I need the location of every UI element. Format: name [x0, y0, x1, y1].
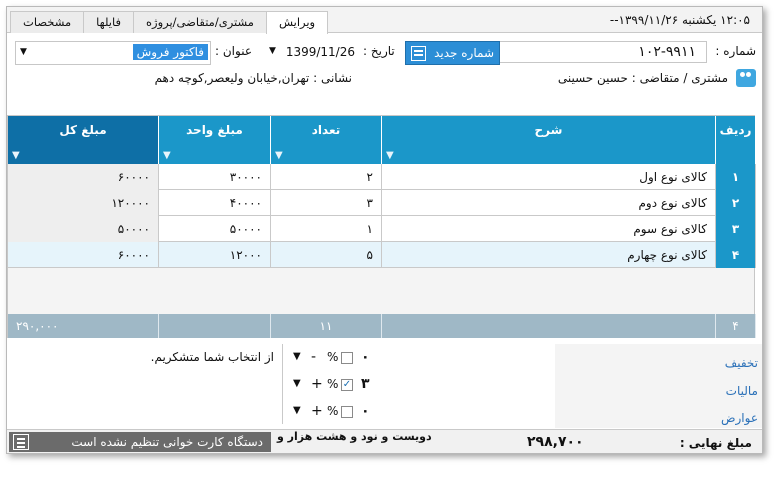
- tax-control: ▼ + % ✓ ۳: [289, 376, 379, 398]
- discount-value[interactable]: ۰: [361, 349, 370, 365]
- tab-edit[interactable]: ویرایش: [265, 11, 329, 34]
- table-row[interactable]: ۱ کالای نوع اول ۲ ۳۰۰۰۰ ۶۰۰۰۰: [8, 164, 756, 190]
- chevron-down-icon[interactable]: ▼: [293, 378, 301, 389]
- filter-icon[interactable]: ▼: [386, 150, 394, 161]
- row-total: ۱۲۰۰۰۰: [8, 190, 159, 216]
- row-total: ۵۰۰۰۰: [8, 216, 159, 242]
- filter-icon[interactable]: ▼: [12, 150, 20, 161]
- final-amount-label: مبلغ نهایی :: [679, 436, 752, 450]
- row-unit[interactable]: ۴۰۰۰۰: [159, 190, 271, 216]
- duty-value[interactable]: ۰: [361, 403, 370, 419]
- tab-customer[interactable]: مشتری/متقاضی/پروژه: [132, 11, 267, 33]
- row-unit[interactable]: ۳۰۰۰۰: [159, 164, 271, 190]
- row-qty[interactable]: ۱: [271, 216, 382, 242]
- top-strip: ویرایش مشتری/متقاضی/پروژه فایلها مشخصات …: [7, 7, 762, 34]
- table-row[interactable]: ۴ کالای نوع چهارم ۵ ۱۲۰۰۰ ۶۰۰۰۰: [8, 242, 756, 268]
- invoice-number-field[interactable]: ۱۰۲-۹۹۱۱: [485, 41, 707, 63]
- row-number: ۱: [716, 164, 756, 190]
- chevron-down-icon[interactable]: ▼: [20, 47, 27, 57]
- col-unit-header[interactable]: مبلغ واحد ▼: [159, 116, 271, 164]
- table-row[interactable]: ۲ کالای نوع دوم ۳ ۴۰۰۰۰ ۱۲۰۰۰۰: [8, 190, 756, 216]
- table-row[interactable]: ۳ کالای نوع سوم ۱ ۵۰۰۰۰ ۵۰۰۰۰: [8, 216, 756, 242]
- discount-label: تخفیف: [724, 356, 758, 370]
- chevron-down-icon[interactable]: ▼: [293, 351, 301, 362]
- card-reader-select[interactable]: دستگاه کارت خوانی تنظیم نشده است: [9, 432, 271, 452]
- filter-icon[interactable]: ▼: [163, 150, 171, 161]
- customer-icon[interactable]: [736, 69, 756, 87]
- row-number: ۲: [716, 190, 756, 216]
- tax-value[interactable]: ۳: [361, 376, 370, 392]
- adjustments-panel: تخفیف مالیات عوارض: [555, 344, 762, 428]
- note-textarea[interactable]: از انتخاب شما متشکریم.: [9, 344, 283, 424]
- percent-label: %: [327, 404, 339, 418]
- tab-bar: ویرایش مشتری/متقاضی/پروژه فایلها مشخصات: [10, 11, 329, 34]
- address-label: نشانی : تهران,خیابان ولیعصر,کوچه دهم: [154, 71, 352, 85]
- date-field[interactable]: 1399/11/26: [265, 41, 361, 63]
- invoice-header: شماره : ۱۰۲-۹۹۱۱ شماره جدید تاریخ : 1399…: [7, 37, 762, 91]
- footer-count: ۴: [716, 314, 756, 338]
- row-qty[interactable]: ۵: [271, 242, 382, 268]
- row-total: ۶۰۰۰۰: [8, 164, 159, 190]
- total-in-words: دویست و نود و هشت هزار و: [277, 430, 432, 443]
- date-label: تاریخ :: [363, 44, 395, 58]
- row-unit[interactable]: ۱۲۰۰۰: [159, 242, 271, 268]
- col-desc-header[interactable]: شرح ▼: [382, 116, 716, 164]
- percent-checkbox[interactable]: ✓: [341, 379, 353, 391]
- col-qty-header[interactable]: تعداد ▼: [271, 116, 382, 164]
- final-amount: ۲۹۸,۷۰۰: [527, 434, 584, 450]
- new-number-button[interactable]: شماره جدید: [405, 41, 500, 65]
- card-reader-label: دستگاه کارت خوانی تنظیم نشده است: [71, 435, 263, 449]
- col-row-header[interactable]: ردیف: [716, 116, 756, 164]
- duty-control: ▼ + % ۰: [289, 403, 379, 425]
- number-label: شماره :: [715, 44, 756, 58]
- row-desc[interactable]: کالای نوع سوم: [382, 216, 716, 242]
- footer-qty-total: ۱۱: [271, 314, 382, 338]
- footer-sum-total: ۲۹۰,۰۰۰: [8, 314, 159, 338]
- row-unit[interactable]: ۵۰۰۰۰: [159, 216, 271, 242]
- row-total: ۶۰۰۰۰: [8, 242, 159, 268]
- title-label: عنوان :: [215, 44, 252, 58]
- customer-label: مشتری / متقاضی : حسین حسینی: [557, 71, 728, 85]
- footer-unit-empty: [159, 314, 271, 338]
- tax-label: مالیات: [725, 384, 758, 398]
- sign-toggle[interactable]: +: [311, 403, 323, 419]
- col-total-header[interactable]: مبلغ کل ▼: [8, 116, 159, 164]
- percent-label: %: [327, 377, 339, 391]
- row-number: ۳: [716, 216, 756, 242]
- clock-date: ۱۲:۰۵ یکشنبه ۱۳۹۹/۱۱/۲۶--: [609, 13, 750, 27]
- sign-toggle[interactable]: -: [311, 349, 316, 365]
- percent-checkbox[interactable]: [341, 352, 353, 364]
- row-desc[interactable]: کالای نوع دوم: [382, 190, 716, 216]
- invoice-window: ویرایش مشتری/متقاضی/پروژه فایلها مشخصات …: [6, 6, 763, 454]
- row-qty[interactable]: ۳: [271, 190, 382, 216]
- filter-icon[interactable]: ▼: [275, 150, 283, 161]
- discount-control: ▼ - % ۰: [289, 349, 379, 371]
- percent-label: %: [327, 350, 339, 364]
- row-number: ۴: [716, 242, 756, 268]
- items-grid: ردیف شرح ▼ تعداد ▼ مبلغ واحد ▼ مبلغ کل ▼ ۱ ک…: [7, 115, 756, 338]
- bottom-bar: دستگاه کارت خوانی تنظیم نشده است دویست و…: [7, 429, 762, 453]
- chevron-down-icon[interactable]: ▼: [269, 46, 276, 56]
- footer-desc-empty: [382, 314, 716, 338]
- title-select[interactable]: فاکتور فروش ▼: [15, 41, 211, 65]
- grid-footer: ۴ ۱۱ ۲۹۰,۰۰۰: [8, 314, 756, 338]
- percent-checkbox[interactable]: [341, 406, 353, 418]
- row-desc[interactable]: کالای نوع چهارم: [382, 242, 716, 268]
- tab-details[interactable]: مشخصات: [10, 11, 85, 33]
- chevron-down-icon[interactable]: ▼: [293, 405, 301, 416]
- new-number-label: شماره جدید: [434, 46, 494, 60]
- row-qty[interactable]: ۲: [271, 164, 382, 190]
- tab-files[interactable]: فایلها: [83, 11, 134, 33]
- calculator-icon: [411, 45, 426, 61]
- row-desc[interactable]: کالای نوع اول: [382, 164, 716, 190]
- settings-icon[interactable]: [13, 434, 29, 450]
- duty-label: عوارض: [721, 411, 758, 425]
- title-selected-value: فاکتور فروش: [132, 44, 208, 60]
- sign-toggle[interactable]: +: [311, 376, 323, 392]
